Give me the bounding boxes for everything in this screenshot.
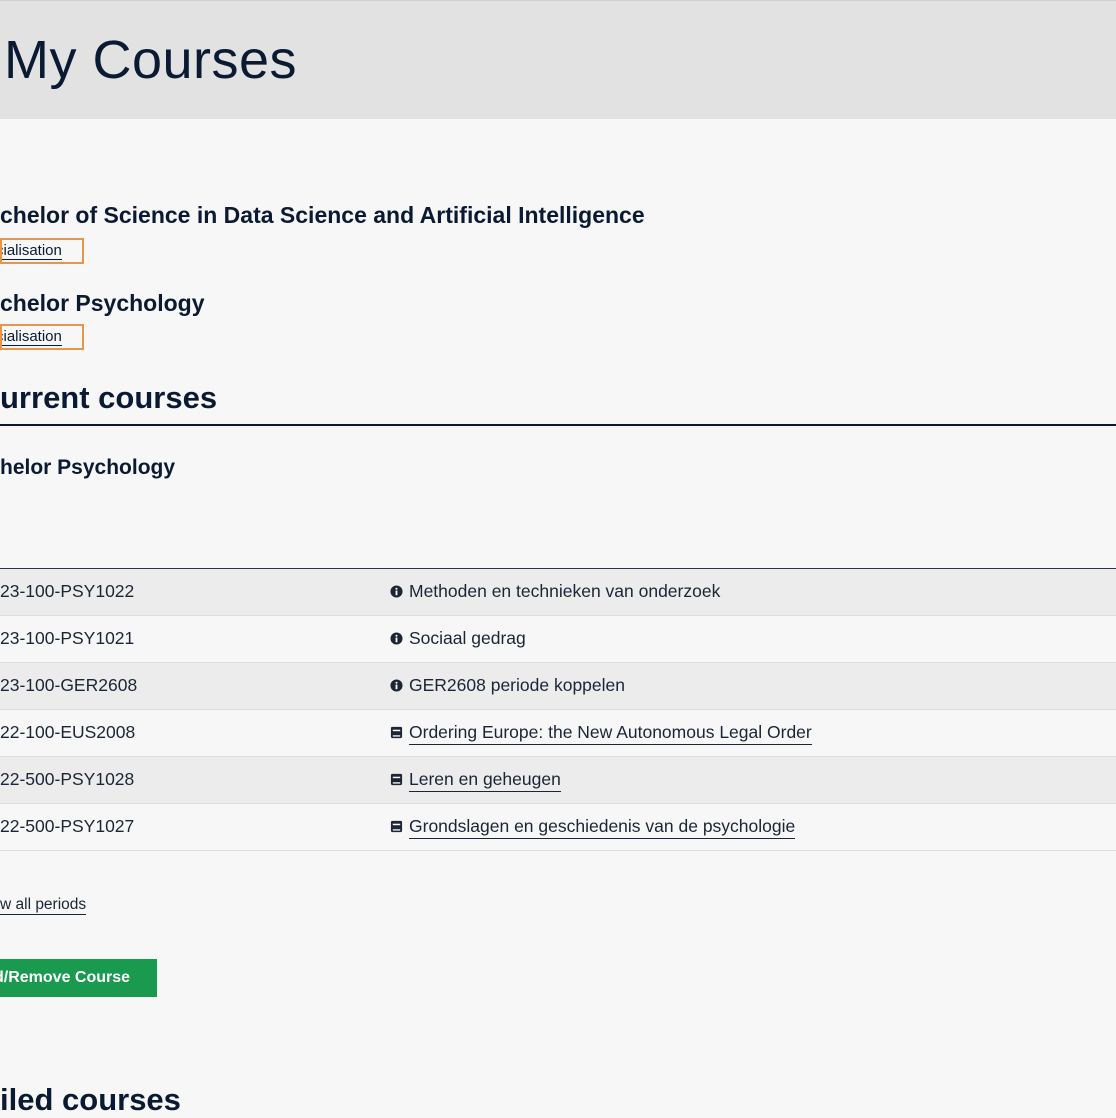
book-icon <box>390 723 403 739</box>
table-row: 22-100-EUS2008 Ordering Europe: the New A… <box>0 710 1116 757</box>
course-code: 23-100-PSY1021 <box>0 628 135 648</box>
course-title: Methoden en technieken van onderzoek <box>390 581 720 602</box>
course-title-text: Leren en geheugen <box>409 769 561 792</box>
course-code: 22-500-PSY1027 <box>0 816 135 836</box>
program-name-data-science: chelor of Science in Data Science and Ar… <box>0 202 645 228</box>
course-title-text: Ordering Europe: the New Autonomous Lega… <box>409 722 812 745</box>
book-icon <box>390 817 403 833</box>
course-title-text: Grondslagen en geschiedenis van de psych… <box>409 816 796 839</box>
table-row: 22-500-PSY1028 Leren en geheugen <box>0 757 1116 804</box>
specialisation-link-data-science[interactable]: cialisation <box>0 238 84 264</box>
course-title-link[interactable]: Grondslagen en geschiedenis van de psych… <box>390 816 796 839</box>
show-all-periods-link[interactable]: w all periods <box>0 896 87 915</box>
course-code: 22-500-PSY1028 <box>0 769 135 789</box>
info-circle-icon[interactable] <box>390 629 403 645</box>
table-row: 22-500-PSY1027 Grondslagen en geschiedeni… <box>0 804 1116 851</box>
course-title-link[interactable]: Leren en geheugen <box>390 769 561 792</box>
course-title: Sociaal gedrag <box>390 628 526 649</box>
table-row: 23-100-PSY1022 Methoden en technieken van… <box>0 569 1116 616</box>
course-code: 23-100-GER2608 <box>0 675 138 695</box>
table-row: 23-100-GER2608 GER2608 periode koppelen <box>0 663 1116 710</box>
current-courses-program: helor Psychology <box>0 456 176 479</box>
course-code: 23-100-PSY1022 <box>0 581 135 601</box>
current-courses-heading: urrent courses <box>0 380 218 415</box>
book-icon <box>390 770 403 786</box>
course-title-text: GER2608 periode koppelen <box>409 675 625 695</box>
table-row: 23-100-PSY1021 Sociaal gedrag <box>0 616 1116 663</box>
course-title-link[interactable]: Ordering Europe: the New Autonomous Lega… <box>390 722 812 745</box>
section-divider <box>0 424 1116 426</box>
course-title: GER2608 periode koppelen <box>390 675 625 696</box>
course-title-text: Sociaal gedrag <box>409 628 526 648</box>
course-code: 22-100-EUS2008 <box>0 722 136 742</box>
page-title: My Courses <box>4 30 298 90</box>
page-header: My Courses <box>0 0 1116 119</box>
info-circle-icon[interactable] <box>390 582 403 598</box>
failed-courses-heading: iled courses <box>0 1082 181 1117</box>
add-remove-course-button[interactable]: d/Remove Course <box>0 959 157 997</box>
current-courses-table: 23-100-PSY1022 Methoden en technieken van… <box>0 568 1116 851</box>
info-circle-icon[interactable] <box>390 676 403 692</box>
course-title-text: Methoden en technieken van onderzoek <box>409 581 721 601</box>
program-name-psychology: chelor Psychology <box>0 290 205 316</box>
specialisation-link-psychology[interactable]: cialisation <box>0 324 84 350</box>
